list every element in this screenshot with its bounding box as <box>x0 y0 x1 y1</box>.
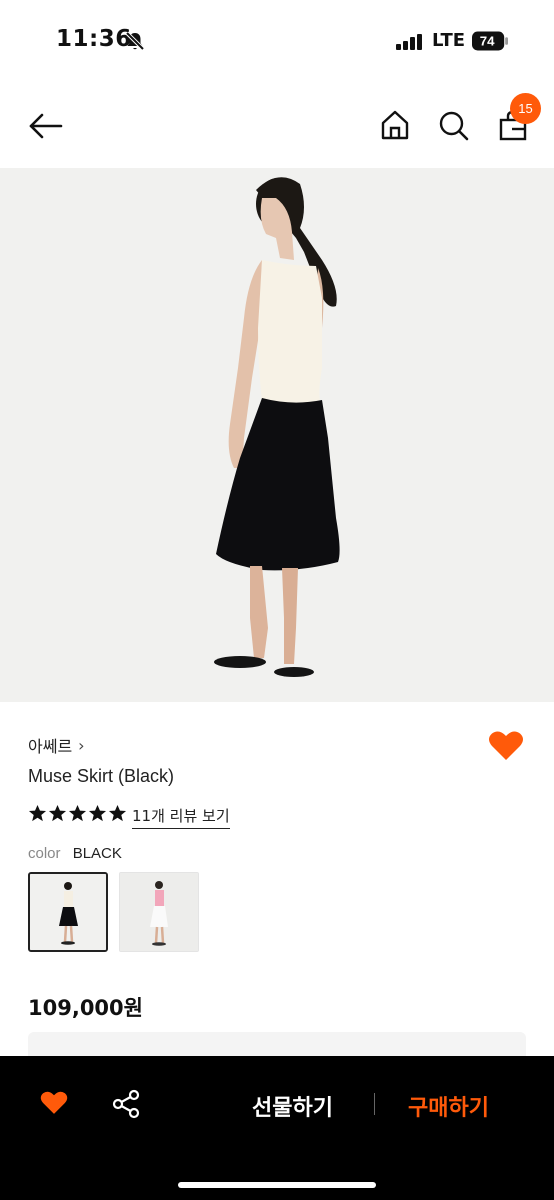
bar-divider <box>374 1093 375 1115</box>
bell-muted-icon <box>125 31 145 51</box>
brand-name: 아쎄르 <box>28 737 73 756</box>
top-nav <box>0 84 554 168</box>
bottom-heart-icon[interactable] <box>40 1090 68 1116</box>
white-skirt-thumbnail <box>120 873 198 951</box>
cart-count-badge: 15 <box>510 93 541 124</box>
price: 109,000원 <box>28 996 143 1020</box>
product-title: Muse Skirt (Black) <box>28 766 175 786</box>
bottom-action-bar <box>0 1056 554 1200</box>
color-option-white[interactable] <box>119 872 199 952</box>
network-label: LTE <box>432 30 466 51</box>
buy-button[interactable]: 구매하기 <box>408 1090 489 1122</box>
rating-stars <box>28 804 127 823</box>
color-value: BLACK <box>72 845 122 862</box>
star-icon <box>68 804 87 822</box>
color-label: color <box>28 845 61 862</box>
signal-icon <box>396 34 422 50</box>
battery-icon: 74 <box>472 31 508 51</box>
review-link[interactable]: 11개 리뷰 보기 <box>132 805 230 829</box>
star-icon <box>88 804 107 822</box>
status-bar: 11:36 LTE 74 <box>0 0 554 84</box>
star-icon <box>28 804 47 822</box>
share-icon[interactable] <box>110 1088 142 1120</box>
status-time: 11:36 <box>56 26 132 52</box>
gift-button[interactable]: 선물하기 <box>252 1090 333 1122</box>
star-icon <box>48 804 67 822</box>
battery-level: 74 <box>480 34 495 49</box>
back-arrow-icon[interactable] <box>28 112 64 140</box>
brand-link[interactable]: 아쎄르 › <box>28 733 85 757</box>
chevron-right-icon: › <box>78 735 85 755</box>
star-icon <box>108 804 127 822</box>
product-image[interactable] <box>0 168 554 702</box>
home-icon[interactable] <box>379 109 411 141</box>
home-indicator[interactable] <box>178 1182 376 1188</box>
search-icon[interactable] <box>438 110 470 142</box>
model-photo <box>0 168 554 702</box>
wishlist-heart-icon[interactable] <box>488 730 524 762</box>
black-skirt-thumbnail <box>30 874 106 950</box>
color-option-black[interactable] <box>28 872 108 952</box>
color-row: color BLACK <box>28 845 122 862</box>
